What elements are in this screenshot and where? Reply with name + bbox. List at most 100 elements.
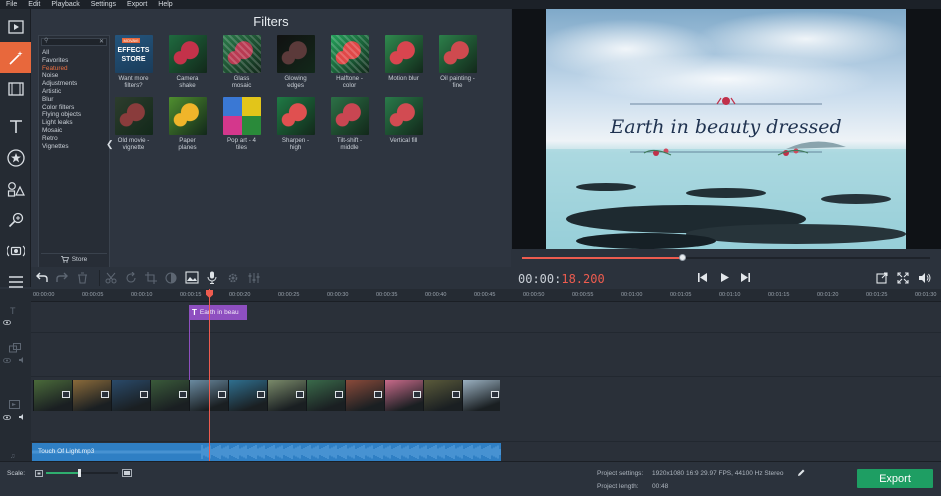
redo-button[interactable] [56,272,68,285]
filter-tile[interactable]: Paper planes [164,97,211,151]
category-color-filters[interactable]: Color filters [42,104,74,112]
menu-edit[interactable]: Edit [28,0,40,9]
video-clip-thumbnail[interactable] [33,380,72,411]
category-artistic[interactable]: Artistic [42,88,61,96]
image-properties-button[interactable] [185,271,199,286]
category-retro[interactable]: Retro [42,135,58,143]
video-track-visibility-toggle[interactable] [3,414,11,422]
scale-slider-handle[interactable] [78,469,82,477]
menu-file[interactable]: File [6,0,17,9]
timeline-ruler[interactable]: 00:00:00 00:00:05 00:00:10 00:00:15 00:00:20… [31,289,941,302]
prev-frame-button[interactable] [697,272,708,285]
stickers-button[interactable] [0,142,31,173]
overlay-track-mute-toggle[interactable] [19,357,26,365]
menu-settings[interactable]: Settings [91,0,116,9]
zoom-in-button[interactable] [122,469,132,479]
video-clip-strip[interactable] [33,380,500,411]
volume-button[interactable] [918,272,931,286]
clip-transition-icon[interactable] [218,391,226,398]
rotate-button[interactable] [125,271,137,286]
color-adjust-button[interactable] [165,272,177,286]
clip-transition-icon[interactable] [140,391,148,398]
video-clip-thumbnail[interactable] [462,380,500,411]
edit-settings-button[interactable] [797,469,805,479]
menu-help[interactable]: Help [158,0,172,9]
category-all[interactable]: All [42,49,49,57]
clip-transition-icon[interactable] [335,391,343,398]
undo-button[interactable] [36,272,48,285]
video-clip-thumbnail[interactable] [228,380,267,411]
clip-transition-icon[interactable] [413,391,421,398]
title-clip[interactable]: T Earth in beau [189,305,247,320]
split-button[interactable] [105,272,117,286]
filter-tile[interactable]: Halftone - color [326,35,373,89]
filter-tile[interactable]: Glowing edges [272,35,319,89]
callouts-button[interactable] [0,173,31,204]
zoom-pan-button[interactable] [0,204,31,235]
clip-transition-icon[interactable] [101,391,109,398]
video-track-mute-toggle[interactable] [19,414,26,422]
video-clip-thumbnail[interactable] [423,380,462,411]
record-voice-button[interactable] [207,271,217,286]
timeline-tracks[interactable]: T Earth in beau Touch Of Light.mp3 [31,289,941,461]
category-search-input[interactable]: ⚲ ✕ [41,38,107,46]
export-button[interactable]: Export [857,469,933,488]
equalizer-button[interactable] [248,272,260,286]
menu-export[interactable]: Export [127,0,147,9]
filter-tile[interactable]: Glass mosaic [218,35,265,89]
detach-preview-button[interactable] [876,272,888,286]
audio-clip[interactable]: Touch Of Light.mp3 [32,443,501,461]
clip-transition-icon[interactable] [374,391,382,398]
clip-transition-icon[interactable] [296,391,304,398]
category-flying-objects[interactable]: Flying objects [42,111,81,119]
record-button[interactable] [0,235,31,266]
category-adjustments[interactable]: Adjustments [42,80,77,88]
overlay-track-visibility-toggle[interactable] [3,357,11,365]
filter-tile[interactable]: Camera shake [164,35,211,89]
next-frame-button[interactable] [740,272,751,285]
filter-tile[interactable]: Pop art - 4 tiles [218,97,265,151]
clear-icon[interactable]: ✕ [99,38,104,45]
fullscreen-button[interactable] [897,272,909,286]
delete-button[interactable] [77,272,88,286]
category-noise[interactable]: Noise [42,72,58,80]
category-mosaic[interactable]: Mosaic [42,127,62,135]
video-clip-thumbnail[interactable] [111,380,150,411]
clip-transition-icon[interactable] [257,391,265,398]
category-blur[interactable]: Blur [42,96,53,104]
import-media-button[interactable] [0,11,31,42]
titles-button[interactable] [0,111,31,142]
filter-tile[interactable]: Vertical fill [380,97,427,144]
transitions-button[interactable] [0,73,31,104]
video-clip-thumbnail[interactable] [306,380,345,411]
crop-button[interactable] [145,272,157,286]
video-clip-thumbnail[interactable] [267,380,306,411]
clip-transition-icon[interactable] [62,391,70,398]
filter-tile[interactable]: MOVAVI EFFECTS STORE Want more filters? [110,35,157,89]
play-button[interactable] [719,272,730,285]
video-clip-thumbnail[interactable] [384,380,423,411]
menu-playback[interactable]: Playback [51,0,79,9]
seek-handle[interactable] [679,254,687,261]
filter-tile[interactable]: Motion blur [380,35,427,82]
filter-tile[interactable]: Old movie - vignette [110,97,157,151]
zoom-out-button[interactable] [35,470,43,479]
category-vignettes[interactable]: Vignettes [42,143,69,151]
title-track-visibility-toggle[interactable] [3,319,11,327]
store-button[interactable]: Store [41,253,107,265]
category-light-leaks[interactable]: Light leaks [42,119,73,127]
video-clip-thumbnail[interactable] [72,380,111,411]
category-favorites[interactable]: Favorites [42,57,68,65]
seek-bar[interactable] [512,249,941,267]
filters-button[interactable] [0,42,31,73]
clip-transition-icon[interactable] [452,391,460,398]
filter-tile[interactable]: Tilt-shift - middle [326,97,373,151]
settings-button[interactable] [227,272,239,286]
video-clip-thumbnail[interactable] [345,380,384,411]
video-clip-thumbnail[interactable] [150,380,189,411]
filter-tile[interactable]: Oil painting - fine [434,35,481,89]
clip-transition-icon[interactable] [179,391,187,398]
category-featured[interactable]: Featured [42,65,68,73]
filter-tile[interactable]: Sharpen - high [272,97,319,151]
clip-transition-icon[interactable] [491,391,499,398]
